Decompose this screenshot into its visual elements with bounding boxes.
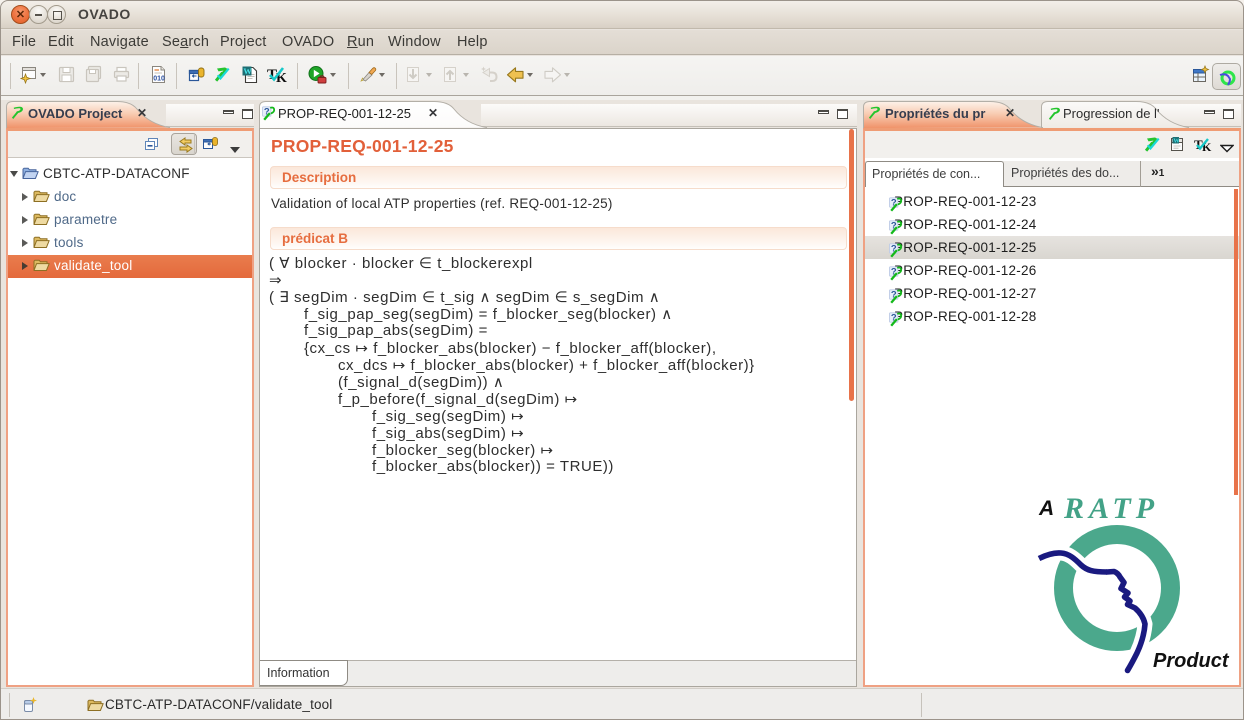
- svg-text:Product: Product: [1153, 650, 1230, 672]
- svg-text:A: A: [1038, 497, 1054, 520]
- svg-text:RATP: RATP: [1063, 492, 1159, 525]
- svg-text:W: W: [243, 66, 252, 76]
- svg-text:W: W: [1173, 138, 1180, 145]
- svg-text:010: 010: [153, 76, 165, 83]
